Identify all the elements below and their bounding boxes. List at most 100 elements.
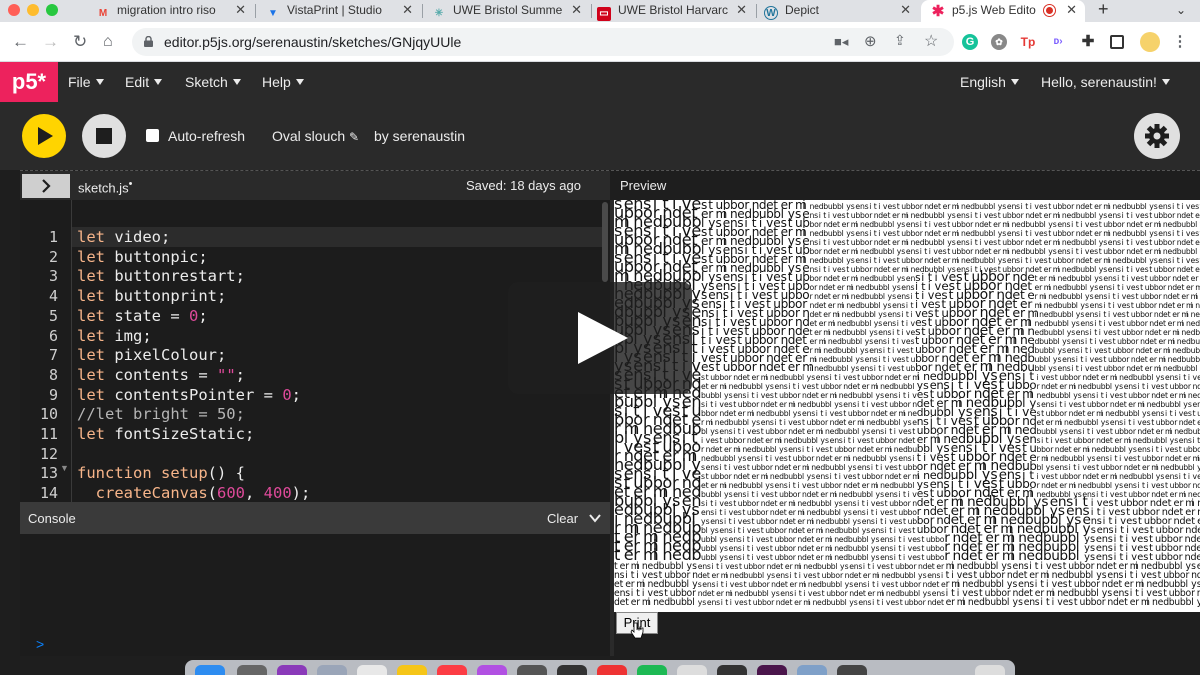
- notes-icon[interactable]: [397, 665, 427, 675]
- tab-search-chevron-icon[interactable]: ⌄: [1176, 0, 1190, 22]
- code-line[interactable]: let video;: [77, 228, 170, 248]
- forward-arrow-icon[interactable]: →: [42, 32, 59, 52]
- ascii-char: s: [1133, 445, 1137, 454]
- code-line[interactable]: let fontSizeStatic;: [77, 425, 254, 445]
- code-line[interactable]: let buttonrestart;: [77, 267, 245, 287]
- browser-tab-depict[interactable]: W Depict ✕: [764, 0, 919, 22]
- tp-icon[interactable]: Tp: [1020, 34, 1036, 50]
- close-tab-icon[interactable]: ✕: [900, 0, 911, 20]
- app-icon[interactable]: [677, 665, 707, 675]
- language-menu[interactable]: English: [960, 74, 1019, 90]
- address-bar[interactable]: editor.p5js.org/serenaustin/sketches/GNj…: [132, 28, 954, 56]
- code-line[interactable]: //let bright = 50;: [77, 405, 245, 425]
- music-icon[interactable]: [437, 665, 467, 675]
- menu-help[interactable]: Help: [262, 74, 304, 90]
- grammarly-icon[interactable]: G: [962, 34, 978, 50]
- app-icon[interactable]: [837, 665, 867, 675]
- browser-tab-gmail[interactable]: Mmigration intro riso ✕: [96, 0, 254, 22]
- close-window-icon[interactable]: [8, 4, 20, 16]
- stop-button[interactable]: [82, 114, 126, 158]
- app-icon[interactable]: [797, 665, 827, 675]
- puzzle-icon[interactable]: ✚: [1080, 34, 1096, 50]
- app-icon[interactable]: [237, 665, 267, 675]
- code-token: buttonprint;: [114, 287, 226, 305]
- console-clear-button[interactable]: Clear: [547, 511, 578, 526]
- ascii-char: s: [738, 535, 742, 544]
- menu-file[interactable]: File: [68, 74, 104, 90]
- terminal-icon[interactable]: [557, 665, 587, 675]
- pencil-icon[interactable]: ✎: [349, 130, 359, 144]
- browser-tab-vistaprint[interactable]: ▼ VistaPrint | Studio ✕: [266, 0, 421, 22]
- account-menu[interactable]: Hello, serenaustin!: [1041, 74, 1170, 90]
- close-tab-icon[interactable]: ✕: [736, 0, 747, 20]
- spotify-icon[interactable]: [637, 665, 667, 675]
- video-play-button[interactable]: [508, 282, 692, 394]
- app-icon[interactable]: [517, 665, 547, 675]
- close-tab-icon[interactable]: ✕: [402, 0, 413, 20]
- share-icon[interactable]: ⇪: [894, 32, 906, 49]
- d-icon[interactable]: ᴅ›: [1050, 34, 1066, 50]
- close-tab-icon[interactable]: ✕: [571, 0, 582, 20]
- extension-icon[interactable]: ✿: [991, 34, 1007, 50]
- console-prompt[interactable]: >: [36, 636, 44, 652]
- close-tab-icon[interactable]: ✕: [1066, 0, 1077, 20]
- chrome-icon[interactable]: [597, 665, 627, 675]
- ascii-char: r: [814, 337, 818, 346]
- browser-tab-p5js[interactable]: ✱ p5.js Web Edito ✕: [921, 0, 1085, 22]
- close-tab-icon[interactable]: ✕: [235, 0, 246, 20]
- home-icon[interactable]: ⌂: [103, 32, 113, 52]
- code-line[interactable]: let contentsPointer = 0;: [77, 386, 301, 406]
- sidebar-icon[interactable]: [1110, 35, 1124, 49]
- ascii-char: t: [823, 265, 826, 274]
- app-icon[interactable]: [317, 665, 347, 675]
- code-line[interactable]: let state = 0;: [77, 307, 208, 327]
- code-line[interactable]: function setup() {: [77, 464, 245, 484]
- code-line[interactable]: let contents = "";: [77, 366, 245, 386]
- minimize-window-icon[interactable]: [27, 4, 39, 16]
- browser-tab-uwe-harvard[interactable]: ▭ UWE Bristol Harvarc ✕: [597, 0, 755, 22]
- play-button[interactable]: [22, 114, 66, 158]
- sketch-name[interactable]: Oval slouch ✎: [272, 128, 359, 144]
- podcasts-icon[interactable]: [477, 665, 507, 675]
- code-line[interactable]: let img;: [77, 327, 152, 347]
- sketch-preview-canvas[interactable]: sensitivestubborndeterminedbubblysensiti…: [614, 200, 1200, 612]
- calendar-icon[interactable]: [357, 665, 387, 675]
- ascii-char: r: [839, 481, 843, 490]
- ascii-char: t: [1168, 310, 1171, 319]
- ascii-char: s: [883, 337, 887, 346]
- browser-tab-uwe-summer[interactable]: ✳ UWE Bristol Summe ✕: [432, 0, 590, 22]
- p5-logo[interactable]: p5*: [0, 62, 58, 102]
- slack-icon[interactable]: [757, 665, 787, 675]
- reload-icon[interactable]: ↻: [73, 32, 87, 52]
- ascii-char: t: [1090, 229, 1093, 238]
- code-line[interactable]: let pixelColour;: [77, 346, 226, 366]
- app-icon[interactable]: [717, 665, 747, 675]
- toggle-sidebar-button[interactable]: [22, 174, 70, 198]
- star-icon[interactable]: ☆: [924, 31, 938, 51]
- back-arrow-icon[interactable]: ←: [12, 32, 29, 52]
- zoom-icon[interactable]: ⊕: [864, 32, 877, 50]
- chevron-down-icon[interactable]: [588, 511, 602, 525]
- app-icon[interactable]: [277, 665, 307, 675]
- trash-icon[interactable]: [975, 665, 1005, 675]
- new-tab-button[interactable]: +: [1098, 0, 1118, 22]
- kebab-icon[interactable]: ⋮: [1172, 34, 1188, 50]
- fold-arrow-icon[interactable]: ▼: [60, 463, 69, 473]
- code-line[interactable]: let buttonpic;: [77, 248, 208, 268]
- file-tab-name[interactable]: sketch.js•: [78, 178, 132, 195]
- code-line[interactable]: createCanvas(600, 400);: [77, 484, 311, 504]
- code-line[interactable]: let buttonprint;: [77, 287, 226, 307]
- sketch-author[interactable]: by serenaustin: [374, 128, 465, 144]
- settings-button[interactable]: [1134, 113, 1180, 159]
- video-camera-icon[interactable]: ■◂: [834, 34, 848, 50]
- menu-sketch[interactable]: Sketch: [185, 74, 241, 90]
- ascii-char: i: [903, 535, 905, 544]
- finder-icon[interactable]: [195, 665, 225, 675]
- auto-refresh-checkbox[interactable]: [146, 129, 159, 142]
- console-output[interactable]: >: [20, 534, 610, 656]
- menu-edit[interactable]: Edit: [125, 74, 163, 90]
- editor-scrollbar[interactable]: [602, 202, 608, 282]
- maximize-window-icon[interactable]: [46, 4, 58, 16]
- ascii-char: i: [839, 472, 841, 481]
- profile-avatar[interactable]: [1140, 32, 1160, 52]
